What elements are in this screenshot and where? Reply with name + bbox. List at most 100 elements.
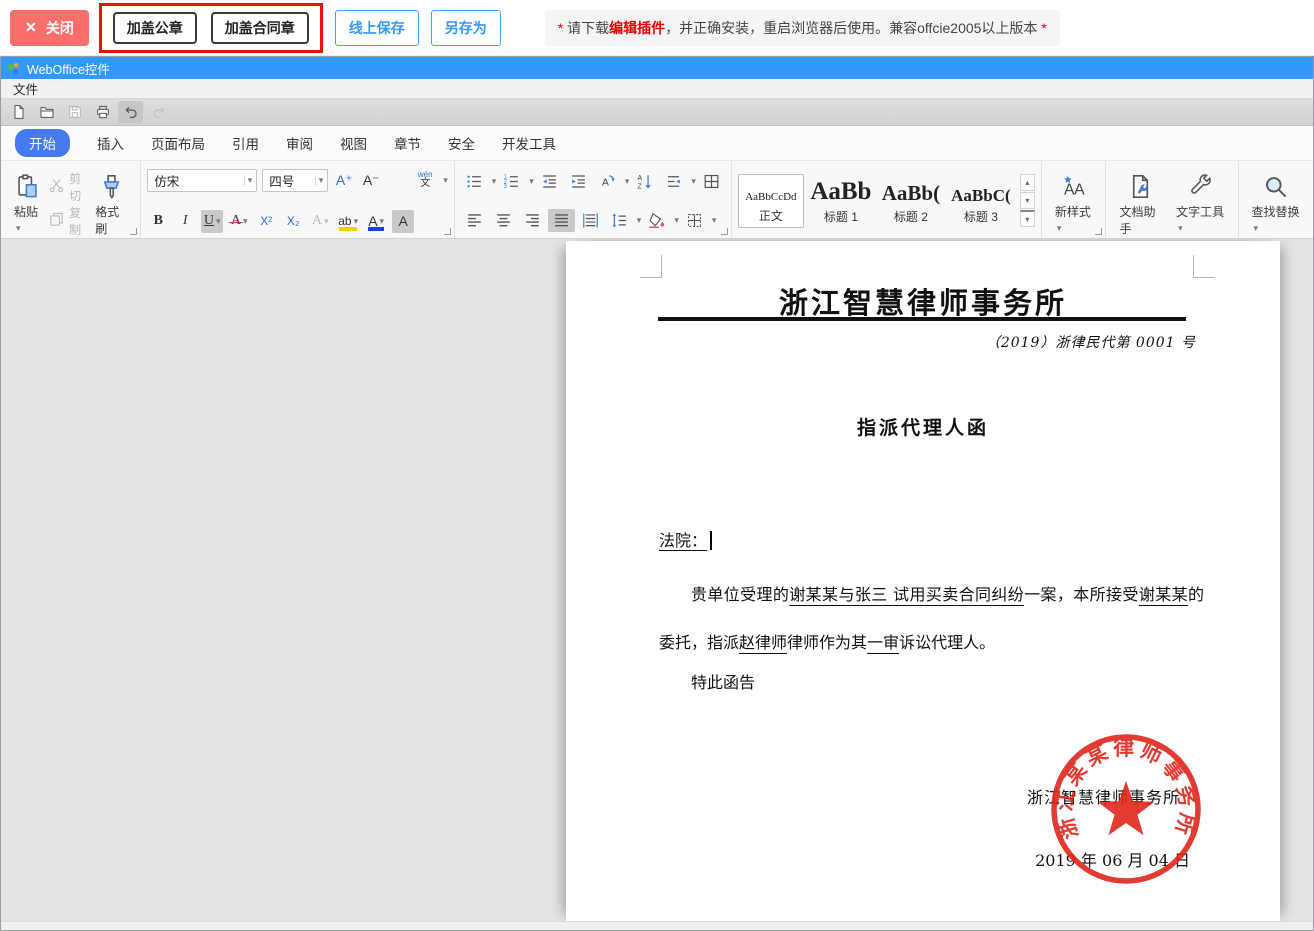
- font-color-swatch: [368, 227, 384, 231]
- superscript-button[interactable]: X²: [255, 210, 277, 233]
- ribbon: 粘贴▾ 剪切 复制 格式刷 仿宋: [1, 161, 1313, 239]
- text-tool-button[interactable]: 文字工具▾: [1169, 170, 1231, 232]
- font-family-select[interactable]: 仿宋 ▾: [147, 169, 257, 192]
- redo-icon: [146, 101, 171, 123]
- paragraph-segment: 谢某某与张三 试用买卖合同纠纷: [789, 585, 1024, 604]
- numbering-icon[interactable]: 123: [498, 170, 525, 193]
- tab-page-layout[interactable]: 页面布局: [151, 133, 205, 153]
- styles-group: AaBbCcDd 正文 AaBb 标题 1 AaBb( 标题 2 AaBbC( …: [732, 161, 1042, 238]
- tab-security[interactable]: 安全: [448, 133, 475, 153]
- font-size-select[interactable]: 四号 ▾: [262, 169, 328, 192]
- assistant-group: 文档助手 文字工具▾: [1106, 161, 1238, 238]
- distribute-icon[interactable]: [577, 209, 604, 232]
- menu-file[interactable]: 文件: [13, 79, 38, 98]
- new-style-button[interactable]: AA 新样式▾: [1048, 170, 1100, 232]
- doc-assistant-button[interactable]: 文档助手: [1112, 170, 1169, 232]
- plugin-download-link[interactable]: 编辑插件: [609, 20, 665, 36]
- subscript-button[interactable]: X₂: [282, 210, 304, 233]
- wrench-icon: [1187, 173, 1214, 203]
- new-document-icon[interactable]: [6, 101, 31, 123]
- format-painter-icon: [98, 173, 125, 203]
- document-page[interactable]: 浙江智慧律师事务所 （2019）浙律民代第 0001 号 指派代理人函 法院： …: [566, 241, 1280, 921]
- sort-icon[interactable]: AZ: [631, 170, 658, 193]
- styles-scroll-up-icon[interactable]: ▴: [1020, 174, 1035, 191]
- tab-insert[interactable]: 插入: [97, 133, 124, 153]
- svg-text:A: A: [1074, 181, 1085, 198]
- find-replace-button[interactable]: 查找替换▾: [1245, 170, 1308, 232]
- save-online-button[interactable]: 线上保存: [335, 10, 419, 46]
- paragraph-segment: 律师作为其: [787, 633, 867, 652]
- borders-icon[interactable]: [681, 209, 708, 232]
- close-icon: ✕: [25, 19, 37, 36]
- italic-button[interactable]: I: [174, 210, 196, 233]
- character-shading-button[interactable]: A: [392, 210, 414, 233]
- highlight-swatch: [339, 227, 357, 231]
- align-right-icon[interactable]: [519, 209, 546, 232]
- paste-button[interactable]: 粘贴▾: [7, 170, 48, 232]
- font-color-button[interactable]: A▾: [365, 210, 387, 233]
- styles-scroll-down-icon[interactable]: ▾: [1020, 192, 1035, 209]
- paragraph-segment: 赵律师: [739, 633, 787, 652]
- doc-assistant-icon: [1127, 173, 1154, 203]
- text-effects-button: A▾: [309, 210, 331, 233]
- notice-text-pre: 请下载: [563, 20, 609, 36]
- weboffice-logo-icon: [6, 61, 21, 76]
- line-spacing-icon[interactable]: [606, 209, 633, 232]
- paragraph-segment: 贵单位受理的: [691, 585, 789, 604]
- tab-review[interactable]: 审阅: [286, 133, 313, 153]
- window-titlebar: WebOffice控件: [1, 57, 1313, 79]
- close-button[interactable]: ✕ 关闭: [10, 10, 89, 46]
- quick-toolbar: [1, 99, 1313, 126]
- style-heading3[interactable]: AaBbC( 标题 3: [948, 174, 1014, 228]
- notice-star-right: *: [1041, 20, 1046, 36]
- pinyin-guide-button[interactable]: wén 文: [414, 169, 436, 192]
- document-workspace: 浙江智慧律师事务所 （2019）浙律民代第 0001 号 指派代理人函 法院： …: [1, 239, 1313, 930]
- ribbon-tabs: 开始 插入 页面布局 引用 审阅 视图 章节 安全 开发工具: [1, 126, 1313, 161]
- insert-table-icon[interactable]: [698, 170, 725, 193]
- align-center-icon[interactable]: [490, 209, 517, 232]
- style-heading2[interactable]: AaBb( 标题 2: [878, 174, 944, 228]
- tab-home[interactable]: 开始: [15, 129, 70, 157]
- margin-corner-mark: [640, 255, 662, 278]
- tab-view[interactable]: 视图: [340, 133, 367, 153]
- notice-text-post: ，并正确安装，重启浏览器后使用。兼容offcie2005以上版本: [665, 20, 1041, 36]
- find-group: 查找替换▾: [1239, 161, 1314, 238]
- styles-more-icon[interactable]: ▾: [1020, 210, 1035, 227]
- increase-indent-icon[interactable]: [565, 170, 592, 193]
- print-icon[interactable]: [90, 101, 115, 123]
- horizontal-scrollbar[interactable]: [1, 921, 1313, 930]
- paragraph-segment: 一审: [867, 633, 899, 652]
- cjk-layout-icon[interactable]: [660, 170, 687, 193]
- clear-format-button[interactable]: [387, 169, 409, 192]
- strikethrough-button[interactable]: A▾: [228, 210, 250, 233]
- underline-button[interactable]: U▾: [201, 210, 223, 233]
- grow-font-button[interactable]: A⁺: [333, 169, 355, 192]
- chevron-down-icon: ▾: [16, 223, 21, 233]
- paragraph-group: ▾ 123▾ A▾ AZ ▾ ▾ ▾ ▾: [455, 161, 732, 238]
- tab-sections[interactable]: 章节: [394, 133, 421, 153]
- justify-icon[interactable]: [548, 209, 575, 232]
- undo-icon[interactable]: [118, 101, 143, 123]
- stamp-contract-button[interactable]: 加盖合同章: [211, 12, 309, 44]
- save-as-button[interactable]: 另存为: [431, 10, 501, 46]
- weboffice-window: WebOffice控件 文件 开始 插入 页面布局 引用 审阅 视图 章节 安全…: [0, 56, 1314, 931]
- shrink-font-button[interactable]: A⁻: [360, 169, 382, 192]
- style-normal[interactable]: AaBbCcDd 正文: [738, 174, 804, 228]
- highlight-color-button[interactable]: ab▾: [336, 210, 360, 233]
- open-file-icon[interactable]: [34, 101, 59, 123]
- copy-icon: [48, 211, 65, 231]
- align-left-icon[interactable]: [461, 209, 488, 232]
- letterhead-title: 浙江智慧律师事务所: [566, 280, 1280, 322]
- decrease-indent-icon[interactable]: [536, 170, 563, 193]
- format-painter-button[interactable]: 格式刷: [88, 170, 134, 232]
- tab-references[interactable]: 引用: [232, 133, 259, 153]
- signature-line: 浙江智慧律师事务所: [1027, 784, 1180, 808]
- text-direction-icon[interactable]: A: [594, 170, 621, 193]
- tab-dev-tools[interactable]: 开发工具: [502, 133, 556, 153]
- bullets-icon[interactable]: [461, 170, 488, 193]
- chevron-down-icon: ▾: [244, 175, 253, 186]
- stamp-official-button[interactable]: 加盖公章: [113, 12, 197, 44]
- shading-icon[interactable]: [643, 209, 670, 232]
- style-heading1[interactable]: AaBb 标题 1: [808, 174, 874, 228]
- bold-button[interactable]: B: [147, 210, 169, 233]
